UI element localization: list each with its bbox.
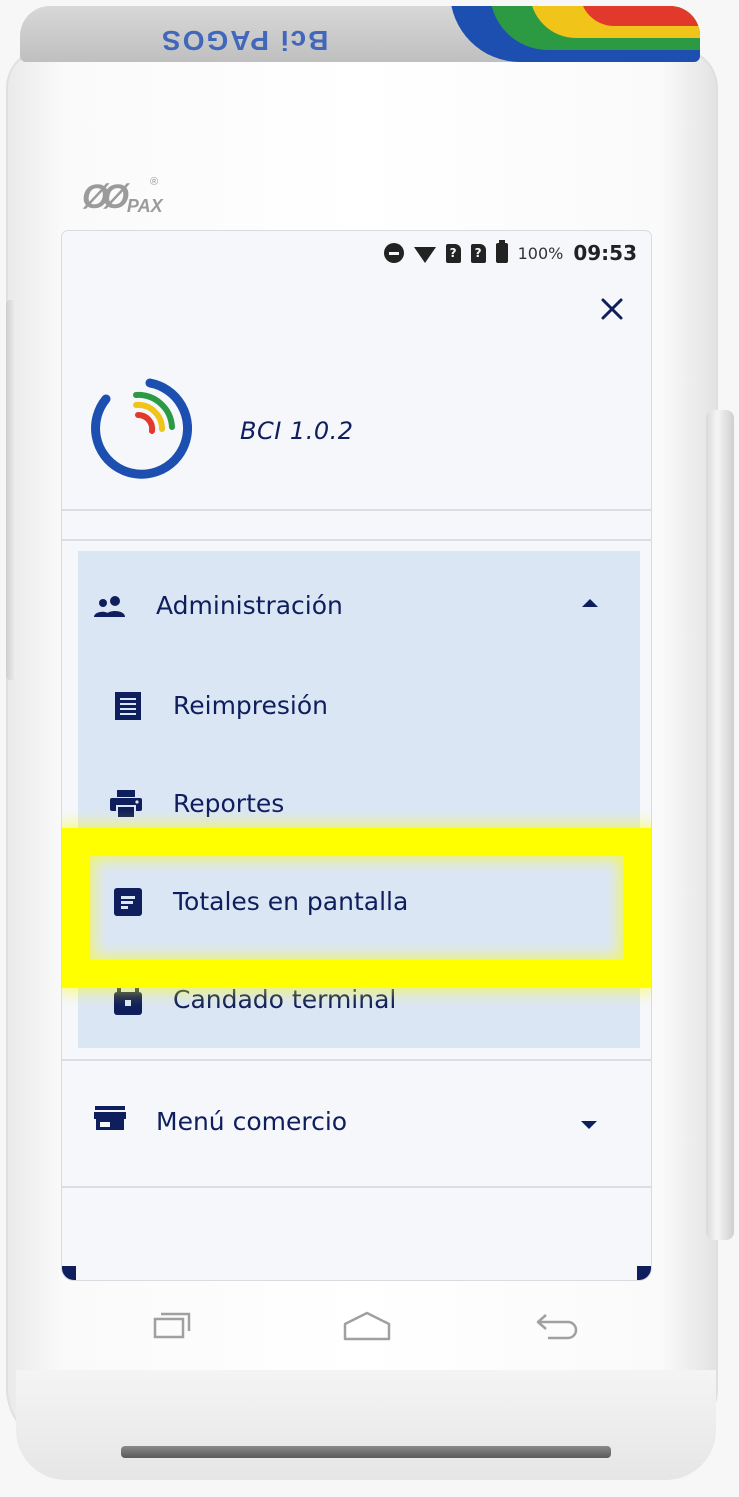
registered-mark: ® bbox=[150, 176, 159, 188]
chevron-up-icon bbox=[582, 599, 598, 607]
do-not-disturb-icon bbox=[383, 243, 404, 263]
status-bar: ? ? 100% 09:53 bbox=[62, 231, 651, 275]
back-icon bbox=[536, 1314, 578, 1340]
people-icon bbox=[90, 586, 130, 626]
screen-corner bbox=[637, 1266, 651, 1280]
chevron-down-icon bbox=[581, 1121, 597, 1129]
admin-section: Administración Reimpresión Reportes Tota… bbox=[78, 551, 640, 1048]
header-divider bbox=[62, 509, 651, 511]
recent-apps-button[interactable] bbox=[148, 1306, 198, 1346]
nav-label-reportes: Reportes bbox=[173, 789, 285, 818]
device-side-rail bbox=[706, 410, 734, 1240]
home-button[interactable] bbox=[342, 1306, 392, 1346]
nav-label-menu-comercio: Menú comercio bbox=[156, 1107, 348, 1136]
nav-label-totales: Totales en pantalla bbox=[173, 887, 409, 916]
comercio-bottom-divider bbox=[62, 1186, 651, 1188]
app-version: BCI 1.0.2 bbox=[240, 417, 354, 445]
hardware-nav-keys bbox=[62, 1296, 651, 1356]
device-bottom bbox=[16, 1370, 716, 1480]
battery-percent: 100% bbox=[517, 243, 564, 263]
nav-item-reimpresion[interactable]: Reimpresión bbox=[78, 661, 640, 751]
nav-item-reportes[interactable]: Reportes bbox=[78, 759, 640, 849]
app-screen: ? ? 100% 09:53 BCI 1.0.2 Administración … bbox=[62, 231, 651, 1280]
pax-logo: ØØ PAX ® bbox=[82, 176, 163, 217]
nav-item-candado-terminal[interactable]: Candado terminal bbox=[78, 955, 640, 1045]
battery-icon bbox=[495, 240, 508, 263]
bci-logo-icon bbox=[91, 378, 192, 479]
back-button[interactable] bbox=[532, 1306, 582, 1346]
clock: 09:53 bbox=[573, 241, 637, 265]
section-divider bbox=[62, 539, 651, 541]
device-side-button[interactable] bbox=[6, 300, 16, 680]
nav-item-totales-en-pantalla[interactable]: Totales en pantalla bbox=[78, 857, 640, 947]
screen-corner bbox=[62, 1266, 76, 1280]
printer-icon bbox=[106, 784, 146, 824]
close-icon bbox=[601, 298, 623, 320]
store-icon bbox=[94, 1105, 126, 1135]
nav-label-candado: Candado terminal bbox=[173, 985, 397, 1014]
summary-icon bbox=[108, 882, 148, 922]
home-icon bbox=[343, 1311, 391, 1341]
nav-label-reimpresion: Reimpresión bbox=[173, 691, 329, 720]
lock-icon bbox=[108, 980, 148, 1020]
sim1-icon: ? bbox=[445, 243, 461, 263]
nav-item-menu-comercio[interactable]: Menú comercio bbox=[62, 1061, 651, 1187]
nav-label-administracion: Administración bbox=[156, 591, 343, 620]
device-top-edge: Bci PAGOS bbox=[20, 6, 700, 62]
pax-text: PAX bbox=[126, 196, 163, 216]
recent-apps-icon bbox=[153, 1312, 191, 1339]
card-slot bbox=[121, 1446, 611, 1458]
nav-item-administracion[interactable]: Administración bbox=[78, 561, 640, 651]
device-brand-label: Bci PAGOS bbox=[160, 25, 329, 56]
pax-mark-icon: ØØ bbox=[82, 178, 129, 216]
close-button[interactable] bbox=[592, 289, 632, 329]
sim2-icon: ? bbox=[470, 243, 486, 263]
receipt-icon bbox=[108, 686, 148, 726]
drawer-header: BCI 1.0.2 bbox=[62, 361, 651, 501]
wifi-icon bbox=[413, 247, 436, 263]
